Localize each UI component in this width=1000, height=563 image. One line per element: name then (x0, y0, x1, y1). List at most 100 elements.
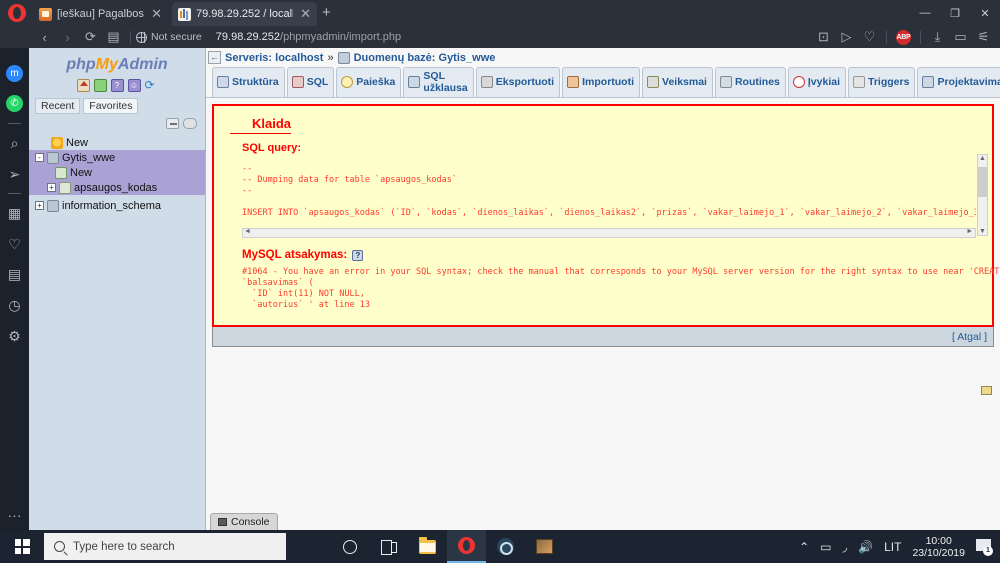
tab-paieska[interactable]: Paieška (336, 67, 402, 97)
tree-item-information-schema[interactable]: + information_schema (29, 198, 205, 213)
minimize-button[interactable]: — (910, 0, 940, 26)
chevron-up-icon[interactable]: ⌃ (799, 540, 809, 554)
tab-sql[interactable]: SQL (286, 67, 335, 97)
tab-eksportuoti[interactable]: Eksportuoti (475, 67, 561, 97)
volume-icon[interactable]: 🔊 (858, 540, 873, 554)
link-with-main-icon[interactable] (183, 118, 197, 129)
adblock-icon[interactable]: ABP (892, 26, 915, 48)
tree-item-new-db[interactable]: New (29, 135, 205, 150)
tab-triggers[interactable]: Triggers (848, 67, 916, 97)
pma-navigation-panel: phpMyAdmin ? ☺ ⟳ Recent Favorites New - … (29, 48, 206, 530)
opera-news-icon (39, 7, 52, 21)
tab-importuoti[interactable]: Importuoti (562, 67, 641, 97)
collapse-all-icon[interactable] (166, 118, 179, 129)
wifi-icon[interactable]: ◞ (842, 540, 847, 554)
tab-struktura[interactable]: Struktūra (212, 67, 285, 97)
opera-icon[interactable] (447, 530, 486, 563)
browser-tab-1[interactable]: [ieškau] Pagalbos su sql fail ✕ (33, 2, 168, 26)
tree-item-apsaugos-kodas[interactable]: + apsaugos_kodas (29, 180, 205, 195)
forward-button[interactable]: › (56, 26, 79, 48)
sql-icon[interactable] (93, 79, 107, 92)
breadcrumb-database[interactable]: Duomenų bazė: Gytis_wwe (354, 52, 496, 64)
search-icon[interactable]: ⌕ (0, 128, 29, 159)
download-icon[interactable]: ⤓ (926, 26, 949, 48)
battery-icon[interactable]: ▭ (820, 540, 831, 554)
game-icon[interactable] (525, 530, 564, 563)
language-indicator[interactable]: LIT (884, 540, 901, 554)
address-host: 79.98.29.252 (215, 31, 281, 43)
telegram-icon[interactable]: ➢ (0, 159, 29, 190)
tab-label: Triggers (868, 76, 910, 88)
cortana-ring (342, 539, 357, 554)
back-link[interactable]: [ Atgal ] (952, 331, 987, 343)
more-icon[interactable]: ··· (0, 499, 29, 530)
news-icon[interactable]: ▤ (0, 260, 29, 291)
messenger-icon[interactable]: m (0, 58, 29, 89)
address-bar[interactable]: 79.98.29.252/phpmyadmin/import.php (216, 31, 401, 43)
events-icon (792, 76, 805, 88)
maximize-button[interactable]: ❐ (940, 0, 970, 26)
whatsapp-icon[interactable]: ✆ (0, 89, 29, 120)
close-icon[interactable]: ✕ (298, 6, 313, 22)
help-icon[interactable]: ☺ (127, 79, 141, 92)
tree-item-new-table[interactable]: New (29, 165, 205, 180)
site-security-indicator[interactable]: Not secure (136, 31, 202, 43)
notifications-icon[interactable]: 1 (976, 539, 993, 556)
breadcrumb-server[interactable]: Serveris: localhost (225, 52, 323, 64)
tab-ivykiai[interactable]: Įvykiai (787, 67, 847, 97)
battery-icon[interactable]: ▭ (949, 26, 972, 48)
start-button[interactable] (0, 530, 44, 563)
scrollbar-thumb[interactable] (978, 167, 987, 197)
pma-main-panel: ← Serveris: localhost » Duomenų bazė: Gy… (206, 48, 1000, 530)
notification-count: 1 (983, 546, 993, 556)
database-tree: New - Gytis_wwe New + apsaugos_kodas + i… (29, 135, 205, 213)
collapse-panel-icon[interactable] (981, 386, 992, 395)
tab-projektavimas[interactable]: Projektavimas (917, 67, 1000, 97)
tree-item-gytis-wwe[interactable]: - Gytis_wwe (29, 150, 205, 165)
globe-icon (136, 31, 147, 43)
steam-icon[interactable] (486, 530, 525, 563)
settings-icon[interactable]: ⚙ (0, 321, 29, 352)
search-input[interactable]: Type here to search (44, 533, 286, 560)
back-button[interactable]: ‹ (33, 26, 56, 48)
messenger-glyph: m (6, 64, 23, 82)
console-tab[interactable]: Console (210, 513, 278, 530)
reload-icon[interactable]: ⟳ (145, 79, 158, 92)
send-icon[interactable]: ▷ (835, 26, 858, 48)
file-explorer-icon[interactable] (408, 530, 447, 563)
docs-icon[interactable]: ? (110, 79, 124, 92)
clock[interactable]: 10:00 23/10/2019 (912, 535, 965, 559)
task-view-icon[interactable] (369, 530, 408, 563)
speed-dial-button[interactable]: ▤ (102, 26, 125, 48)
cortana-icon[interactable] (330, 530, 369, 563)
routines-icon (719, 76, 732, 88)
sql-horizontal-scrollbar[interactable]: ◄ ► (242, 228, 976, 238)
help-icon[interactable]: ? (352, 249, 364, 261)
tab-label: Routines (734, 76, 780, 88)
close-window-button[interactable]: ✕ (970, 0, 1000, 26)
expand-toggle-icon[interactable]: + (35, 201, 44, 210)
browser-tab-2[interactable]: 79.98.29.252 / localhost / G ✕ (172, 2, 317, 26)
back-icon[interactable]: ← (208, 51, 221, 64)
collapse-toggle-icon[interactable]: - (35, 153, 44, 162)
tab-routines[interactable]: Routines (714, 67, 786, 97)
whatsapp-glyph: ✆ (6, 95, 23, 113)
close-icon[interactable]: ✕ (149, 6, 164, 22)
easy-setup-icon[interactable]: ⚟ (972, 26, 995, 48)
speeddial-icon[interactable]: ▦ (0, 198, 29, 229)
heart-icon[interactable]: ♡ (858, 26, 881, 48)
windows-taskbar: Type here to search ⌃ ▭ ◞ 🔊 LIT 10:00 23… (0, 530, 1000, 563)
history-icon[interactable]: ◷ (0, 290, 29, 321)
sql-vertical-scrollbar[interactable]: ▲ ▼ (977, 154, 988, 236)
heart-icon[interactable]: ♡ (0, 229, 29, 260)
home-icon[interactable] (76, 79, 90, 92)
tab-sql-uzklausa[interactable]: SQL užklausa (403, 67, 474, 97)
reload-button[interactable]: ⟳ (79, 26, 102, 48)
tab-recent[interactable]: Recent (35, 98, 81, 114)
pma-logo[interactable]: phpMyAdmin (29, 48, 205, 74)
tab-favorites[interactable]: Favorites (83, 98, 139, 114)
snapshot-icon[interactable]: ⊡ (812, 26, 835, 48)
expand-toggle-icon[interactable]: + (47, 183, 56, 192)
new-tab-button[interactable]: + (322, 4, 331, 21)
tab-veiksmai[interactable]: Veiksmai (642, 67, 713, 97)
